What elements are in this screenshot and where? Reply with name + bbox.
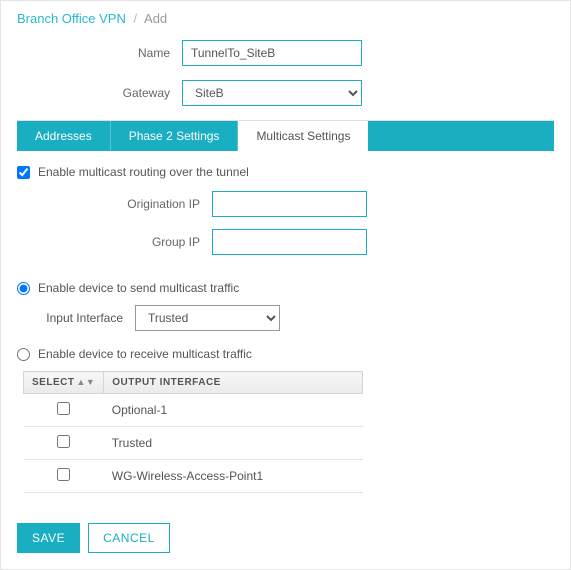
group-input[interactable]	[212, 229, 367, 255]
gateway-label: Gateway	[17, 86, 182, 100]
tab-phase2[interactable]: Phase 2 Settings	[111, 121, 239, 151]
gateway-row: Gateway SiteB	[17, 80, 554, 106]
breadcrumb-parent-link[interactable]: Branch Office VPN	[17, 11, 126, 26]
col-select-text: SELECT	[32, 377, 74, 388]
row-output-name: WG-Wireless-Access-Point1	[104, 460, 363, 493]
gateway-select[interactable]: SiteB	[182, 80, 362, 106]
group-row: Group IP	[17, 229, 554, 255]
table-row: Optional-1	[24, 394, 363, 427]
input-interface-select[interactable]: Trusted	[135, 305, 280, 331]
origination-row: Origination IP	[17, 191, 554, 217]
breadcrumb-separator: /	[134, 11, 138, 26]
send-radio[interactable]	[17, 282, 30, 295]
tab-addresses[interactable]: Addresses	[17, 121, 111, 151]
send-radio-row: Enable device to send multicast traffic	[17, 281, 554, 295]
origination-label: Origination IP	[17, 197, 212, 211]
name-row: Name	[17, 40, 554, 66]
col-output-header[interactable]: OUTPUT INTERFACE	[104, 372, 363, 394]
col-select-header[interactable]: SELECT▲▼	[24, 372, 104, 394]
group-label: Group IP	[17, 235, 212, 249]
output-interface-table: SELECT▲▼ OUTPUT INTERFACE Optional-1 Tru…	[23, 371, 363, 493]
row-output-name: Optional-1	[104, 394, 363, 427]
row-select-checkbox[interactable]	[57, 402, 70, 415]
receive-radio[interactable]	[17, 348, 30, 361]
sort-icon: ▲▼	[76, 377, 95, 387]
send-radio-label: Enable device to send multicast traffic	[38, 281, 239, 295]
cancel-button[interactable]: CANCEL	[88, 523, 170, 553]
tabs: Addresses Phase 2 Settings Multicast Set…	[17, 121, 554, 151]
table-row: WG-Wireless-Access-Point1	[24, 460, 363, 493]
name-input[interactable]	[182, 40, 362, 66]
save-button[interactable]: SAVE	[17, 523, 80, 553]
receive-radio-label: Enable device to receive multicast traff…	[38, 347, 252, 361]
breadcrumb-current: Add	[144, 11, 167, 26]
row-select-checkbox[interactable]	[57, 435, 70, 448]
receive-radio-row: Enable device to receive multicast traff…	[17, 347, 554, 361]
row-output-name: Trusted	[104, 427, 363, 460]
row-select-checkbox[interactable]	[57, 468, 70, 481]
enable-multicast-row: Enable multicast routing over the tunnel	[17, 165, 554, 179]
enable-multicast-checkbox[interactable]	[17, 166, 30, 179]
multicast-section: Enable multicast routing over the tunnel…	[17, 151, 554, 493]
actions: SAVE CANCEL	[17, 523, 554, 553]
tab-multicast[interactable]: Multicast Settings	[238, 121, 368, 151]
breadcrumb: Branch Office VPN / Add	[17, 11, 554, 26]
enable-multicast-label: Enable multicast routing over the tunnel	[38, 165, 249, 179]
table-row: Trusted	[24, 427, 363, 460]
origination-input[interactable]	[212, 191, 367, 217]
input-interface-row: Input Interface Trusted	[17, 305, 554, 331]
tab-spacer	[368, 121, 554, 151]
name-label: Name	[17, 46, 182, 60]
input-interface-label: Input Interface	[23, 311, 135, 325]
